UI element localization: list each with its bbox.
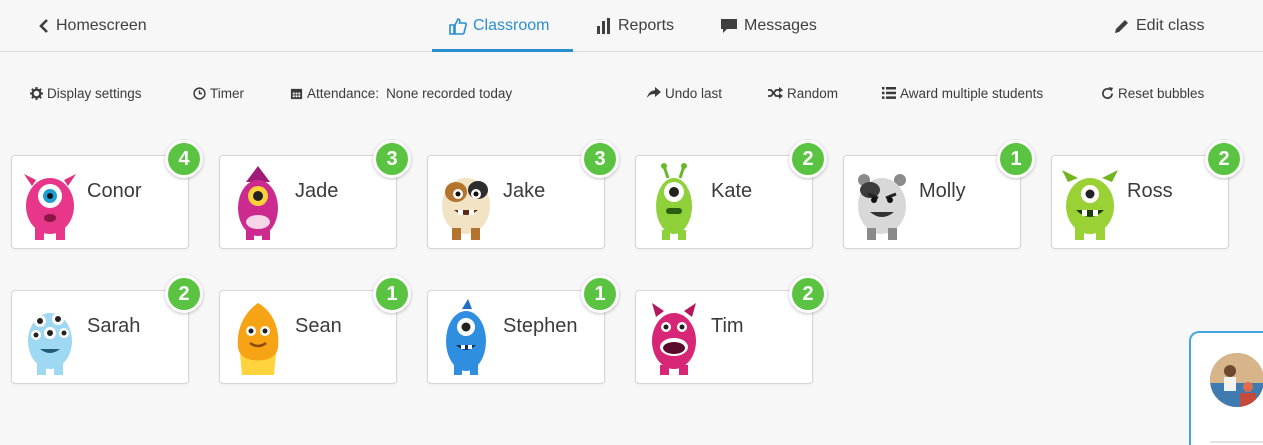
undo-last-label: Undo last [665,85,723,101]
student-name: Molly [919,180,966,202]
tab-messages[interactable]: Messages [720,0,817,52]
clock-icon [193,86,206,100]
attendance-label: Attendance: [307,85,380,101]
attendance-value: None recorded today [386,85,513,101]
tab-classroom-label: Classroom [473,17,550,34]
points-badge: 1 [997,140,1035,178]
share-arrow-icon [647,87,661,98]
tab-messages-label: Messages [744,17,817,34]
student-name: Stephen [503,315,578,337]
points-badge: 4 [165,140,203,178]
display-settings-button[interactable]: Display settings [30,82,142,104]
reset-bubbles-label: Reset bubbles [1118,85,1205,101]
list-icon [882,87,896,99]
random-label: Random [787,85,839,101]
class-photo-image [1210,353,1263,407]
tab-reports[interactable]: Reports [596,0,674,52]
tab-classroom[interactable]: Classroom [449,0,549,52]
magenta-one-eye-monster-icon [238,166,278,240]
brown-patched-monster-icon [442,178,490,240]
student-name: Jade [295,180,339,202]
class-photo[interactable] [1210,353,1263,407]
student-name: Jake [503,180,546,202]
green-antenna-monster-icon [656,163,692,240]
bar-chart-icon [597,18,610,34]
student-name: Sean [295,315,342,337]
points-badge: 1 [373,275,411,313]
random-button[interactable]: Random [768,82,838,104]
edit-class-button[interactable]: Edit class [1113,0,1204,52]
student-card-ross[interactable]: Ross [1051,155,1229,249]
refresh-icon [1102,86,1114,99]
award-multiple-button[interactable]: Award multiple students [882,82,1043,104]
panel-divider [1210,441,1263,443]
homescreen-link[interactable]: Homescreen [38,0,147,52]
points-badge: 1 [581,275,619,313]
student-name: Conor [87,180,142,202]
points-badge: 2 [1205,140,1243,178]
student-card-conor[interactable]: Conor [11,155,189,249]
pink-fuzzy-monster-icon [24,174,76,240]
thumbs-up-icon [449,17,467,35]
points-badge: 3 [581,140,619,178]
top-nav: Homescreen Classroom Reports Messages Ed… [0,0,1263,52]
award-multiple-label: Award multiple students [900,85,1044,101]
chevron-left-icon [39,19,48,33]
blue-furry-monster-icon [446,299,486,375]
student-name: Kate [711,180,753,202]
undo-last-button[interactable]: Undo last [647,82,722,104]
pencil-icon [1115,19,1128,33]
student-card-jade[interactable]: Jade [219,155,397,249]
points-badge: 2 [789,140,827,178]
student-card-tim[interactable]: Tim [635,290,813,384]
pink-big-mouth-monster-icon [652,303,696,375]
shuffle-icon [768,87,783,99]
student-card-jake[interactable]: Jake [427,155,605,249]
points-badge: 2 [165,275,203,313]
speech-bubble-icon [721,19,737,33]
student-name: Sarah [87,315,141,337]
student-card-molly[interactable]: Molly [843,155,1021,249]
lime-horned-monster-icon [1062,170,1118,240]
timer-button[interactable]: Timer [193,82,244,104]
orange-flame-monster-icon [237,303,279,375]
student-name: Tim [711,315,744,337]
homescreen-label: Homescreen [56,17,147,34]
side-panel[interactable] [1189,331,1263,445]
attendance-button[interactable]: Attendance: None recorded today [290,82,512,104]
blue-multi-eye-monster-icon [28,313,72,375]
student-card-stephen[interactable]: Stephen [427,290,605,384]
points-badge: 3 [373,140,411,178]
display-settings-label: Display settings [47,85,142,101]
tab-reports-label: Reports [618,17,675,34]
edit-class-label: Edit class [1136,17,1205,34]
student-card-sarah[interactable]: Sarah [11,290,189,384]
gear-icon [30,86,43,100]
grey-monster-icon [858,174,906,240]
student-name: Ross [1127,180,1173,202]
student-card-sean[interactable]: Sean [219,290,397,384]
student-card-kate[interactable]: Kate [635,155,813,249]
calendar-icon [290,88,303,99]
timer-label: Timer [210,85,244,101]
points-badge: 2 [789,275,827,313]
reset-bubbles-button[interactable]: Reset bubbles [1101,82,1204,104]
active-tab-indicator [432,49,573,52]
